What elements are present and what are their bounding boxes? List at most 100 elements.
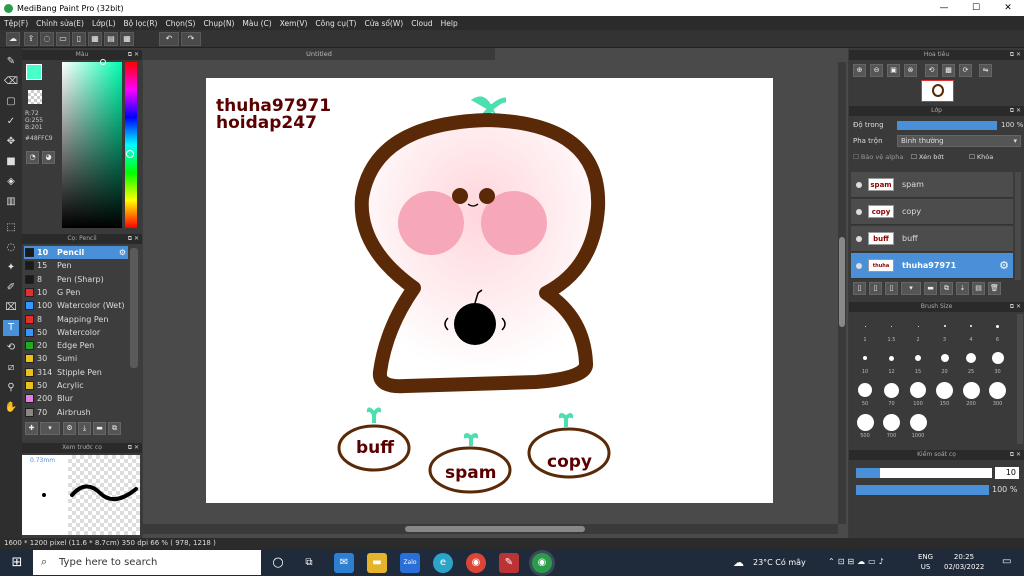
transparent-color-swatch[interactable] — [28, 90, 42, 104]
brush-size-option[interactable]: 20 — [933, 348, 957, 378]
brush-item[interactable]: 314 Stipple Pen — [24, 366, 128, 379]
menu-layer[interactable]: Lớp(L) — [92, 19, 116, 28]
layer-list-scrollbar[interactable] — [1015, 172, 1021, 280]
brush-opacity-slider[interactable] — [856, 485, 989, 495]
brush-size-option[interactable]: 1000 — [906, 412, 930, 442]
brush-item[interactable]: 100 Watercolor (Wet) — [24, 299, 128, 312]
brush-size-option[interactable]: 700 — [880, 412, 904, 442]
panel-close-icon[interactable]: ⧉ ✕ — [1010, 50, 1021, 60]
eyedropper-tool-icon[interactable]: ⚲ — [3, 380, 19, 396]
text-tool-icon[interactable]: T — [3, 320, 19, 336]
gradient-tool-icon[interactable]: ▥ — [3, 194, 19, 210]
table-icon[interactable]: ▦ — [120, 32, 134, 46]
eraser-tool-icon[interactable]: ⌫ — [3, 74, 19, 90]
clipping-checkbox[interactable]: ☐ Xén bớt — [911, 153, 944, 161]
brush-item[interactable]: 10 Pencil ⚙ — [24, 246, 128, 259]
visibility-icon[interactable] — [856, 208, 862, 215]
visibility-icon[interactable] — [856, 181, 862, 188]
brush-size-slider[interactable] — [856, 468, 992, 478]
divide-tool-icon[interactable]: ⧄ — [3, 360, 19, 376]
operation-tool-icon[interactable]: ⟲ — [3, 340, 19, 356]
menu-cloud[interactable]: Cloud — [411, 19, 432, 28]
brush-size-option[interactable]: 150 — [933, 380, 957, 410]
edge-icon[interactable]: e — [433, 553, 453, 573]
horizontal-scroll-thumb[interactable] — [405, 526, 585, 532]
brush-item[interactable]: 50 Acrylic — [24, 379, 128, 392]
duplicate-layer-icon[interactable]: ⧉ — [940, 282, 953, 295]
task-view-icon[interactable]: ⧉ — [299, 553, 319, 573]
flip-icon[interactable]: ⇋ — [979, 64, 992, 77]
canvas-tab[interactable]: Untitled — [143, 48, 495, 60]
weather-text[interactable]: 23°C Có mây — [753, 558, 806, 567]
bucket-tool-icon[interactable]: ◈ — [3, 174, 19, 190]
menu-tools[interactable]: Công cụ(T) — [315, 19, 356, 28]
brush-item[interactable]: 20 Edge Pen — [24, 339, 128, 352]
brush-size-option[interactable]: 1 — [853, 316, 877, 346]
brush-settings-gear-icon[interactable]: ⚙ — [119, 248, 126, 257]
magic-wand-tool-icon[interactable]: ✦ — [3, 260, 19, 276]
cortana-icon[interactable]: ○ — [268, 553, 288, 573]
brush-size-option[interactable]: 15 — [906, 348, 930, 378]
menu-filter[interactable]: Bộ lọc(R) — [124, 19, 158, 28]
menu-capture[interactable]: Chụp(N) — [203, 19, 234, 28]
horizontal-scrollbar[interactable] — [143, 524, 838, 534]
visibility-icon[interactable] — [856, 235, 862, 242]
share-icon[interactable]: ⇪ — [24, 32, 38, 46]
brush-item[interactable]: 15 Pen — [24, 259, 128, 272]
chat-icon[interactable]: ▭ — [56, 32, 70, 46]
brush-download-icon[interactable]: ⤓ — [78, 422, 91, 435]
brush-item[interactable]: 8 Pen (Sharp) — [24, 273, 128, 286]
layer-item-spam[interactable]: spam spam — [851, 172, 1013, 198]
layer-item-buff[interactable]: buff buff — [851, 226, 1013, 252]
move-tool-icon[interactable]: ✥ — [3, 134, 19, 150]
layer-opacity-slider[interactable] — [897, 121, 997, 130]
brush-size-option[interactable]: 3 — [933, 316, 957, 346]
brush-size-option[interactable]: 1.5 — [880, 316, 904, 346]
brush-item[interactable]: 10 G Pen — [24, 286, 128, 299]
brush-item[interactable]: 200 Blur — [24, 392, 128, 405]
brush-size-option[interactable]: 50 — [853, 380, 877, 410]
drawing-canvas[interactable]: thuha97971 hoidap247 buff spam copy — [206, 78, 773, 503]
rectangle-tool-icon[interactable]: ▢ — [3, 94, 19, 110]
menu-color[interactable]: Màu (C) — [242, 19, 271, 28]
minimize-button[interactable]: — — [928, 0, 960, 16]
actual-size-icon[interactable]: ⊗ — [904, 64, 917, 77]
panel-close-icon[interactable]: ⧉ ✕ — [128, 443, 139, 453]
redo-icon[interactable]: ↷ — [181, 32, 201, 46]
menu-file[interactable]: Tệp(F) — [4, 19, 28, 28]
layer-settings-gear-icon[interactable]: ⚙ — [999, 259, 1009, 272]
brush-item[interactable]: 30 Sumi — [24, 352, 128, 365]
navigator-thumbnail[interactable] — [921, 80, 954, 102]
brush-size-field[interactable]: 10 — [995, 467, 1019, 479]
pinned-app-icon[interactable]: ✎ — [499, 553, 519, 573]
new-8bit-layer-icon[interactable]: ▯ — [885, 282, 898, 295]
layer-properties-icon[interactable]: ▤ — [972, 282, 985, 295]
vertical-scroll-thumb[interactable] — [839, 237, 845, 327]
mail-icon[interactable]: ✉ — [334, 553, 354, 573]
menu-edit[interactable]: Chỉnh sửa(E) — [36, 19, 84, 28]
fit-icon[interactable]: ▣ — [887, 64, 900, 77]
new-layer-icon[interactable]: ▯ — [853, 282, 866, 295]
select-tool-icon[interactable]: ⬚ — [3, 220, 19, 236]
brush-list-scrollbar[interactable] — [130, 248, 138, 368]
reset-view-icon[interactable]: ▩ — [942, 64, 955, 77]
brush-settings-icon[interactable]: ⚙ — [63, 422, 76, 435]
file-explorer-icon[interactable]: ▬ — [367, 553, 387, 573]
panel-close-icon[interactable]: ⧉ ✕ — [128, 50, 139, 60]
windows-start-icon[interactable]: ⊞ — [7, 553, 27, 573]
brush-menu-icon[interactable]: ▾ — [40, 422, 60, 435]
panel-close-icon[interactable]: ⧉ ✕ — [1010, 302, 1021, 312]
brush-size-option[interactable]: 4 — [959, 316, 983, 346]
frame-icon[interactable]: ▤ — [104, 32, 118, 46]
menu-select[interactable]: Chọn(S) — [165, 19, 195, 28]
comment-icon[interactable]: ◌ — [40, 32, 54, 46]
brush-size-option[interactable]: 30 — [986, 348, 1010, 378]
undo-icon[interactable]: ↶ — [159, 32, 179, 46]
blend-mode-select[interactable]: Bình thường ▾ — [897, 135, 1021, 147]
select-eraser-tool-icon[interactable]: ⌧ — [3, 300, 19, 316]
brush-size-option[interactable]: 200 — [959, 380, 983, 410]
rotate-left-icon[interactable]: ⟲ — [925, 64, 938, 77]
brush-size-option[interactable]: 6 — [986, 316, 1010, 346]
panel-close-icon[interactable]: ⧉ ✕ — [128, 234, 139, 244]
lock-checkbox[interactable]: ☐ Khóa — [969, 153, 993, 161]
